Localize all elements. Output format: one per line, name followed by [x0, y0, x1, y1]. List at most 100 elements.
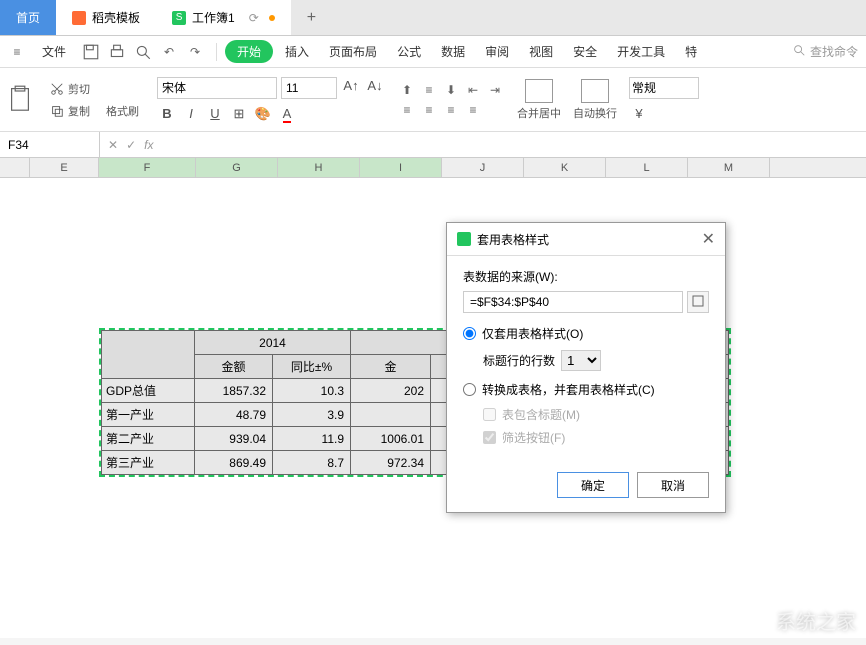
- merge-label: 合并居中: [517, 105, 561, 121]
- filter-checkbox: [483, 431, 496, 444]
- cell-ref-value: F34: [8, 138, 29, 152]
- year-header: 2014: [195, 331, 351, 355]
- select-all-corner[interactable]: [0, 158, 30, 177]
- auto-wrap-button[interactable]: 自动换行: [573, 79, 617, 121]
- border-button[interactable]: ⊞: [229, 105, 249, 123]
- align-center-icon[interactable]: ≡: [419, 101, 439, 119]
- align-left-icon[interactable]: ≡: [397, 101, 417, 119]
- save-icon[interactable]: [82, 43, 100, 61]
- copy-button[interactable]: 复制: [44, 101, 96, 121]
- col-header-g[interactable]: G: [196, 158, 278, 177]
- sheet-grid[interactable]: 2014 业 增值 2 金额 同比±% 金 同比±% 金额 GDP总值 1857…: [0, 178, 866, 638]
- redo-icon[interactable]: ↷: [186, 43, 204, 61]
- formula-tab[interactable]: 公式: [389, 39, 429, 64]
- row-label: 第一产业: [102, 403, 195, 427]
- wrap-label: 自动换行: [573, 105, 617, 121]
- cancel-button[interactable]: 取消: [637, 472, 709, 498]
- insert-tab[interactable]: 插入: [277, 39, 317, 64]
- print-icon[interactable]: [108, 43, 126, 61]
- col-header-m[interactable]: M: [688, 158, 770, 177]
- paste-group: [8, 86, 32, 114]
- format-painter-button[interactable]: 格式刷: [100, 101, 145, 121]
- align-group: ⬆ ≡ ⬇ ⇤ ⇥ ≡ ≡ ≡ ≡: [397, 81, 505, 119]
- table-style-dialog: 套用表格样式 ✕ 表数据的来源(W): 仅套用表格样式(O) 标题行的行数 1 …: [446, 222, 726, 513]
- font-color-button[interactable]: A: [277, 105, 297, 123]
- number-format-select[interactable]: [629, 77, 699, 99]
- header-rows-select[interactable]: 1: [561, 350, 601, 371]
- review-tab[interactable]: 审阅: [477, 39, 517, 64]
- tab-workbook[interactable]: S 工作簿1 ⟳: [156, 0, 291, 35]
- cell-reference-box[interactable]: F34: [0, 132, 100, 157]
- cell: 10.3: [273, 379, 351, 403]
- formula-input[interactable]: [161, 132, 866, 157]
- italic-button[interactable]: I: [181, 105, 201, 123]
- col-header-h[interactable]: H: [278, 158, 360, 177]
- divider: [216, 43, 217, 61]
- data-tab[interactable]: 数据: [433, 39, 473, 64]
- command-search[interactable]: 查找命令: [792, 43, 858, 60]
- cell: 869.49: [195, 451, 273, 475]
- col-header-k[interactable]: K: [524, 158, 606, 177]
- cut-button[interactable]: 剪切: [44, 79, 145, 99]
- style-only-radio[interactable]: [463, 327, 476, 340]
- tab-template[interactable]: 稻壳模板: [56, 0, 156, 35]
- view-tab[interactable]: 视图: [521, 39, 561, 64]
- sub-header: 金: [351, 355, 431, 379]
- start-tab[interactable]: 开始: [225, 40, 273, 63]
- col-header-f[interactable]: F: [99, 158, 196, 177]
- spreadsheet-icon: S: [172, 11, 186, 25]
- dialog-body: 表数据的来源(W): 仅套用表格样式(O) 标题行的行数 1 转换成表格，并套用…: [447, 256, 725, 464]
- align-bottom-icon[interactable]: ⬇: [441, 81, 461, 99]
- indent-right-icon[interactable]: ⇥: [485, 81, 505, 99]
- align-right-icon[interactable]: ≡: [441, 101, 461, 119]
- document-tabs-bar: 首页 稻壳模板 S 工作簿1 ⟳ +: [0, 0, 866, 36]
- undo-icon[interactable]: ↶: [160, 43, 178, 61]
- number-group: ¥: [629, 77, 699, 123]
- col-header-l[interactable]: L: [606, 158, 688, 177]
- close-icon[interactable]: ✕: [702, 229, 715, 249]
- underline-button[interactable]: U: [205, 105, 225, 123]
- security-tab[interactable]: 安全: [565, 39, 605, 64]
- dialog-titlebar[interactable]: 套用表格样式 ✕: [447, 223, 725, 256]
- fx-icon[interactable]: fx: [144, 138, 153, 152]
- range-picker-button[interactable]: [687, 291, 709, 313]
- reload-icon[interactable]: ⟳: [249, 11, 259, 25]
- col-header-j[interactable]: J: [442, 158, 524, 177]
- font-name-select[interactable]: [157, 77, 277, 99]
- align-middle-icon[interactable]: ≡: [419, 81, 439, 99]
- cell: 8.7: [273, 451, 351, 475]
- new-tab-button[interactable]: +: [291, 9, 332, 27]
- page-layout-tab[interactable]: 页面布局: [321, 39, 385, 64]
- menu-icon[interactable]: ≡: [8, 43, 26, 61]
- merge-center-button[interactable]: 合并居中: [517, 79, 561, 121]
- font-size-select[interactable]: [281, 77, 337, 99]
- preview-icon[interactable]: [134, 43, 152, 61]
- row-label: GDP总值: [102, 379, 195, 403]
- file-menu[interactable]: 文件: [34, 39, 74, 64]
- increase-font-button[interactable]: A↑: [341, 77, 361, 95]
- col-header-i[interactable]: I: [360, 158, 442, 177]
- spreadsheet-icon: [457, 232, 471, 246]
- indent-left-icon[interactable]: ⇤: [463, 81, 483, 99]
- tab-home[interactable]: 首页: [0, 0, 56, 35]
- font-group: A↑ A↓ B I U ⊞ 🎨 A: [157, 77, 385, 123]
- decrease-font-button[interactable]: A↓: [365, 77, 385, 95]
- currency-button[interactable]: ¥: [629, 105, 649, 123]
- spreadsheet-area: E F G H I J K L M 2014 业 增值 2 金额 同比±%: [0, 158, 866, 638]
- paste-icon[interactable]: [8, 86, 32, 114]
- fill-color-button[interactable]: 🎨: [253, 105, 273, 123]
- dev-tools-tab[interactable]: 开发工具: [609, 39, 673, 64]
- sub-header: 同比±%: [273, 355, 351, 379]
- bold-button[interactable]: B: [157, 105, 177, 123]
- col-header-e[interactable]: E: [30, 158, 99, 177]
- merge-icon: [525, 79, 553, 103]
- align-justify-icon[interactable]: ≡: [463, 101, 483, 119]
- accept-formula-icon[interactable]: ✓: [126, 138, 136, 152]
- special-tab[interactable]: 特: [677, 39, 705, 64]
- source-input[interactable]: [463, 291, 683, 313]
- convert-radio[interactable]: [463, 383, 476, 396]
- cancel-formula-icon[interactable]: ✕: [108, 138, 118, 152]
- align-top-icon[interactable]: ⬆: [397, 81, 417, 99]
- column-headers: E F G H I J K L M: [0, 158, 866, 178]
- ok-button[interactable]: 确定: [557, 472, 629, 498]
